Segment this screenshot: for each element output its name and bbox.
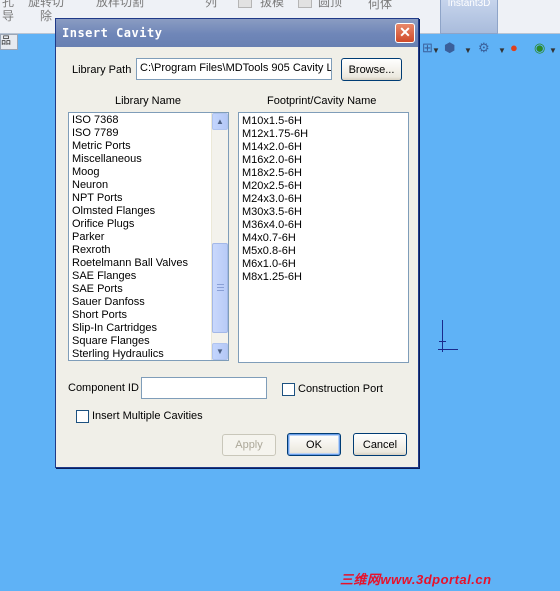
library-list-item[interactable]: Short Ports	[69, 309, 228, 322]
chevron-down-icon-4[interactable]: ▼	[549, 43, 557, 59]
ribbon-loft-cut-label[interactable]: 放样切割	[96, 0, 144, 8]
thumb-grip	[217, 290, 224, 291]
library-list-item[interactable]: Miscellaneous	[69, 153, 228, 166]
ribbon-pattern-label[interactable]: 列	[205, 0, 217, 8]
insert-multiple-cavities-checkbox[interactable]	[76, 410, 89, 423]
feature-tree-tab[interactable]: 品	[0, 34, 18, 50]
dialog-title-bar[interactable]: Insert Cavity ✕	[56, 19, 418, 47]
library-items: ISO 7368 ISO 7789 Metric Ports Miscellaneou…	[69, 113, 228, 360]
component-id-input[interactable]	[141, 377, 267, 399]
library-list-item[interactable]: Neuron	[69, 179, 228, 192]
library-list-item[interactable]: NPT Ports	[69, 192, 228, 205]
hide-show-icon[interactable]: ⚙	[478, 40, 490, 56]
ok-button[interactable]: OK	[287, 433, 341, 456]
library-name-header: Library Name	[115, 95, 182, 107]
footprint-list-item[interactable]: M30x3.5-6H	[239, 206, 408, 219]
appearance-icon[interactable]: ●	[510, 40, 518, 56]
ribbon-hole-label-bottom[interactable]: 导	[2, 10, 14, 22]
ribbon-revolve-cut-label-2[interactable]: 除	[40, 10, 52, 22]
ribbon-hole-label-top[interactable]: 孔	[2, 0, 14, 8]
footprint-cavity-list[interactable]: M10x1.5-6H M12x1.75-6H M14x2.0-6H M16x2.0-6…	[238, 112, 409, 363]
component-id-label: Component ID	[68, 382, 139, 394]
construction-port-label[interactable]: Construction Port	[298, 383, 383, 395]
display-style-icon[interactable]: ⬢	[444, 40, 455, 56]
library-path-label: Library Path	[72, 64, 132, 76]
library-list-item[interactable]: ISO 7789	[69, 127, 228, 140]
feature-tree-tab-label: 品	[1, 36, 11, 47]
chevron-down-icon[interactable]: ▼	[432, 43, 440, 59]
library-list-item[interactable]: Parker	[69, 231, 228, 244]
library-list-item[interactable]: Sauer Danfoss	[69, 296, 228, 309]
scene-icon[interactable]: ◉	[534, 40, 545, 56]
footprint-list-item[interactable]: M6x1.0-6H	[239, 258, 408, 271]
library-name-list[interactable]: ISO 7368 ISO 7789 Metric Ports Miscellaneou…	[68, 112, 229, 361]
construction-port-checkbox[interactable]	[282, 383, 295, 396]
insert-multiple-cavities-label[interactable]: Insert Multiple Cavities	[92, 410, 203, 422]
library-list-item[interactable]: Moog	[69, 166, 228, 179]
library-path-field[interactable]: C:\Program Files\MDTools 905 Cavity Li	[136, 58, 332, 80]
insert-cavity-dialog: Insert Cavity ✕ Library Path C:\Program …	[55, 18, 419, 468]
library-list-item[interactable]: SAE Ports	[69, 283, 228, 296]
instant3d-label: Instant3D	[447, 0, 491, 9]
watermark: 三维网www.3dportal.cn	[340, 572, 492, 587]
footprint-list-item[interactable]: M5x0.8-6H	[239, 245, 408, 258]
library-list-item[interactable]: Metric Ports	[69, 140, 228, 153]
footprint-list-item[interactable]: M18x2.5-6H	[239, 167, 408, 180]
footprint-list-item[interactable]: M4x0.7-6H	[239, 232, 408, 245]
close-button[interactable]: ✕	[395, 23, 415, 43]
scroll-thumb[interactable]	[212, 243, 228, 333]
dome-icon[interactable]	[298, 0, 312, 8]
footprint-cavity-name-header: Footprint/Cavity Name	[267, 95, 377, 107]
apply-button[interactable]: Apply	[222, 434, 276, 456]
chevron-down-icon-3[interactable]: ▼	[498, 43, 506, 59]
footprint-list-item[interactable]: M36x4.0-6H	[239, 219, 408, 232]
footprint-list-item[interactable]: M16x2.0-6H	[239, 154, 408, 167]
thumb-grip	[217, 287, 224, 288]
library-list-item[interactable]: Roetelmann Ball Valves	[69, 257, 228, 270]
footprint-list-item[interactable]: M24x3.0-6H	[239, 193, 408, 206]
draft-icon[interactable]	[238, 0, 252, 8]
cancel-button[interactable]: Cancel	[353, 433, 407, 456]
browse-button[interactable]: Browse...	[341, 58, 402, 81]
chevron-down-icon: ▼	[216, 347, 224, 356]
library-list-item[interactable]: Slip-In Cartridges	[69, 322, 228, 335]
ribbon-geometry-label[interactable]: 何体	[368, 0, 392, 10]
close-icon: ✕	[399, 24, 411, 40]
library-list-item[interactable]: Sterling Hydraulics	[69, 348, 228, 360]
library-list-item[interactable]: Rexroth	[69, 244, 228, 257]
library-list-item[interactable]: Square Flanges	[69, 335, 228, 348]
library-list-item[interactable]: ISO 7368	[69, 114, 228, 127]
footprint-list-item[interactable]: M10x1.5-6H	[239, 115, 408, 128]
ribbon-dome-label[interactable]: 圆顶	[318, 0, 342, 8]
triad-z-axis	[439, 341, 446, 342]
footprint-list-item[interactable]: M12x1.75-6H	[239, 128, 408, 141]
scroll-down-button[interactable]: ▼	[212, 343, 228, 360]
dialog-title: Insert Cavity	[62, 26, 163, 40]
instant3d-button[interactable]: Instant3D	[440, 0, 498, 34]
chevron-down-icon-2[interactable]: ▼	[464, 43, 472, 59]
triad-x-axis	[438, 349, 458, 350]
chevron-up-icon: ▲	[216, 117, 224, 126]
triad-y-axis	[442, 320, 443, 352]
ribbon-revolve-cut-label[interactable]: 旋转切	[28, 0, 64, 8]
library-list-item[interactable]: SAE Flanges	[69, 270, 228, 283]
footprint-list-item[interactable]: M20x2.5-6H	[239, 180, 408, 193]
ribbon-draft-label[interactable]: 拔模	[260, 0, 284, 8]
library-list-item[interactable]: Olmsted Flanges	[69, 205, 228, 218]
footprint-items: M10x1.5-6H M12x1.75-6H M14x2.0-6H M16x2.0-6…	[239, 113, 408, 284]
library-list-item[interactable]: Orifice Plugs	[69, 218, 228, 231]
footprint-list-item[interactable]: M8x1.25-6H	[239, 271, 408, 284]
thumb-grip	[217, 284, 224, 285]
footprint-list-item[interactable]: M14x2.0-6H	[239, 141, 408, 154]
library-list-scrollbar[interactable]: ▲ ▼	[211, 113, 228, 360]
scroll-up-button[interactable]: ▲	[212, 113, 228, 130]
